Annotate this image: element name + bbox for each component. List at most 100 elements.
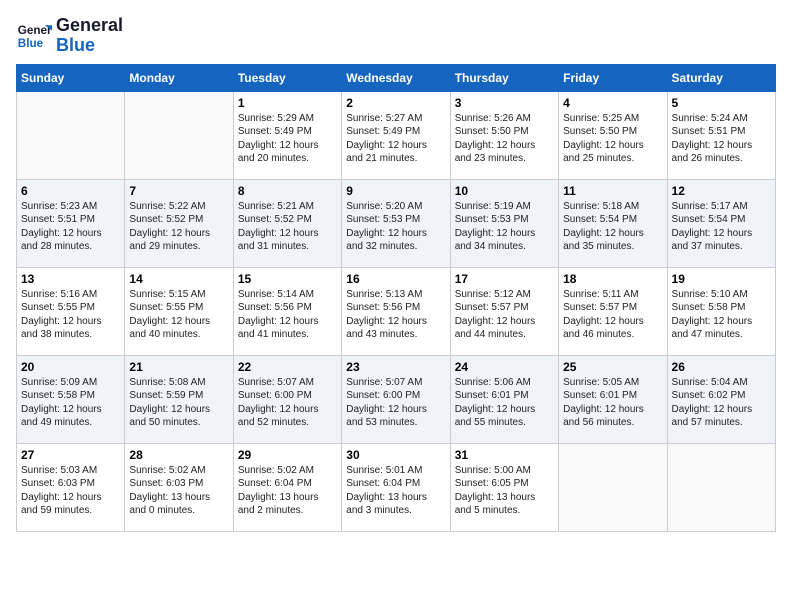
calendar-cell: 7 Sunrise: 5:22 AM Sunset: 5:52 PM Daylig… (125, 179, 233, 267)
day-content: Sunrise: 5:16 AM Sunset: 5:55 PM Dayligh… (21, 288, 120, 342)
day-number: 15 (238, 272, 337, 286)
day-content: Sunrise: 5:00 AM Sunset: 6:05 PM Dayligh… (455, 464, 554, 518)
day-content: Sunrise: 5:15 AM Sunset: 5:55 PM Dayligh… (129, 288, 228, 342)
day-number: 22 (238, 360, 337, 374)
calendar-cell: 11 Sunrise: 5:18 AM Sunset: 5:54 PM Dayli… (559, 179, 667, 267)
day-content: Sunrise: 5:10 AM Sunset: 5:58 PM Dayligh… (672, 288, 771, 342)
header-row: SundayMondayTuesdayWednesdayThursdayFrid… (17, 64, 776, 91)
day-number: 27 (21, 448, 120, 462)
day-content: Sunrise: 5:12 AM Sunset: 5:57 PM Dayligh… (455, 288, 554, 342)
day-number: 8 (238, 184, 337, 198)
day-number: 4 (563, 96, 662, 110)
calendar-cell: 3Sunrise: 5:26 AM Sunset: 5:50 PM Daylig… (450, 91, 558, 179)
calendar-cell: 25Sunrise: 5:05 AM Sunset: 6:01 PM Dayli… (559, 355, 667, 443)
calendar-header: SundayMondayTuesdayWednesdayThursdayFrid… (17, 64, 776, 91)
day-number: 21 (129, 360, 228, 374)
logo: General Blue General Blue (16, 16, 123, 56)
day-content: Sunrise: 5:13 AM Sunset: 5:56 PM Dayligh… (346, 288, 445, 342)
calendar-cell: 22 Sunrise: 5:07 AM Sunset: 6:00 PM Dayli… (233, 355, 341, 443)
calendar-cell: 10Sunrise: 5:19 AM Sunset: 5:53 PM Dayli… (450, 179, 558, 267)
day-content: Sunrise: 5:17 AM Sunset: 5:54 PM Dayligh… (672, 200, 771, 254)
calendar-cell: 31 Sunrise: 5:00 AM Sunset: 6:05 PM Dayli… (450, 443, 558, 531)
calendar-cell: 14 Sunrise: 5:15 AM Sunset: 5:55 PM Dayli… (125, 267, 233, 355)
day-content: Sunrise: 5:27 AM Sunset: 5:49 PM Dayligh… (346, 112, 445, 166)
calendar-cell: 26 Sunrise: 5:04 AM Sunset: 6:02 PM Dayli… (667, 355, 775, 443)
day-number: 20 (21, 360, 120, 374)
day-number: 26 (672, 360, 771, 374)
calendar-cell (17, 91, 125, 179)
page-header: General Blue General Blue (16, 16, 776, 56)
calendar-cell: 15 Sunrise: 5:14 AM Sunset: 5:56 PM Dayli… (233, 267, 341, 355)
calendar-cell: 12Sunrise: 5:17 AM Sunset: 5:54 PM Dayli… (667, 179, 775, 267)
day-content: Sunrise: 5:02 AM Sunset: 6:03 PM Dayligh… (129, 464, 228, 518)
calendar-body: 1 Sunrise: 5:29 AM Sunset: 5:49 PM Daylig… (17, 91, 776, 531)
day-number: 11 (563, 184, 662, 198)
day-content: Sunrise: 5:07 AM Sunset: 6:00 PM Dayligh… (238, 376, 337, 430)
day-content: Sunrise: 5:01 AM Sunset: 6:04 PM Dayligh… (346, 464, 445, 518)
day-content: Sunrise: 5:18 AM Sunset: 5:54 PM Dayligh… (563, 200, 662, 254)
calendar-week-3: 13 Sunrise: 5:16 AM Sunset: 5:55 PM Dayli… (17, 267, 776, 355)
day-content: Sunrise: 5:26 AM Sunset: 5:50 PM Dayligh… (455, 112, 554, 166)
day-content: Sunrise: 5:29 AM Sunset: 5:49 PM Dayligh… (238, 112, 337, 166)
day-content: Sunrise: 5:22 AM Sunset: 5:52 PM Dayligh… (129, 200, 228, 254)
logo-icon: General Blue (16, 18, 52, 54)
header-day-sunday: Sunday (17, 64, 125, 91)
day-content: Sunrise: 5:21 AM Sunset: 5:52 PM Dayligh… (238, 200, 337, 254)
calendar-cell: 17 Sunrise: 5:12 AM Sunset: 5:57 PM Dayli… (450, 267, 558, 355)
header-day-wednesday: Wednesday (342, 64, 450, 91)
day-number: 31 (455, 448, 554, 462)
day-number: 1 (238, 96, 337, 110)
day-number: 9 (346, 184, 445, 198)
header-day-saturday: Saturday (667, 64, 775, 91)
calendar-cell: 4 Sunrise: 5:25 AM Sunset: 5:50 PM Daylig… (559, 91, 667, 179)
calendar-cell: 28 Sunrise: 5:02 AM Sunset: 6:03 PM Dayli… (125, 443, 233, 531)
svg-text:Blue: Blue (18, 37, 44, 50)
calendar-cell: 27 Sunrise: 5:03 AM Sunset: 6:03 PM Dayli… (17, 443, 125, 531)
day-number: 7 (129, 184, 228, 198)
calendar-week-5: 27 Sunrise: 5:03 AM Sunset: 6:03 PM Dayli… (17, 443, 776, 531)
calendar-week-1: 1 Sunrise: 5:29 AM Sunset: 5:49 PM Daylig… (17, 91, 776, 179)
header-day-monday: Monday (125, 64, 233, 91)
calendar-cell: 1 Sunrise: 5:29 AM Sunset: 5:49 PM Daylig… (233, 91, 341, 179)
calendar-table: SundayMondayTuesdayWednesdayThursdayFrid… (16, 64, 776, 532)
day-content: Sunrise: 5:08 AM Sunset: 5:59 PM Dayligh… (129, 376, 228, 430)
day-content: Sunrise: 5:25 AM Sunset: 5:50 PM Dayligh… (563, 112, 662, 166)
calendar-cell: 21 Sunrise: 5:08 AM Sunset: 5:59 PM Dayli… (125, 355, 233, 443)
day-content: Sunrise: 5:14 AM Sunset: 5:56 PM Dayligh… (238, 288, 337, 342)
calendar-cell: 9Sunrise: 5:20 AM Sunset: 5:53 PM Daylig… (342, 179, 450, 267)
calendar-cell: 18Sunrise: 5:11 AM Sunset: 5:57 PM Dayli… (559, 267, 667, 355)
header-day-friday: Friday (559, 64, 667, 91)
day-content: Sunrise: 5:05 AM Sunset: 6:01 PM Dayligh… (563, 376, 662, 430)
calendar-cell: 6Sunrise: 5:23 AM Sunset: 5:51 PM Daylig… (17, 179, 125, 267)
calendar-cell: 30 Sunrise: 5:01 AM Sunset: 6:04 PM Dayli… (342, 443, 450, 531)
day-number: 23 (346, 360, 445, 374)
day-content: Sunrise: 5:06 AM Sunset: 6:01 PM Dayligh… (455, 376, 554, 430)
header-day-tuesday: Tuesday (233, 64, 341, 91)
day-number: 28 (129, 448, 228, 462)
day-content: Sunrise: 5:24 AM Sunset: 5:51 PM Dayligh… (672, 112, 771, 166)
day-number: 10 (455, 184, 554, 198)
calendar-cell (667, 443, 775, 531)
day-content: Sunrise: 5:11 AM Sunset: 5:57 PM Dayligh… (563, 288, 662, 342)
day-content: Sunrise: 5:04 AM Sunset: 6:02 PM Dayligh… (672, 376, 771, 430)
day-number: 5 (672, 96, 771, 110)
day-number: 17 (455, 272, 554, 286)
day-content: Sunrise: 5:09 AM Sunset: 5:58 PM Dayligh… (21, 376, 120, 430)
day-number: 29 (238, 448, 337, 462)
day-number: 13 (21, 272, 120, 286)
day-content: Sunrise: 5:07 AM Sunset: 6:00 PM Dayligh… (346, 376, 445, 430)
calendar-cell: 24 Sunrise: 5:06 AM Sunset: 6:01 PM Dayli… (450, 355, 558, 443)
day-content: Sunrise: 5:03 AM Sunset: 6:03 PM Dayligh… (21, 464, 120, 518)
day-number: 30 (346, 448, 445, 462)
calendar-cell: 2Sunrise: 5:27 AM Sunset: 5:49 PM Daylig… (342, 91, 450, 179)
day-number: 24 (455, 360, 554, 374)
day-number: 14 (129, 272, 228, 286)
day-number: 16 (346, 272, 445, 286)
calendar-cell: 20 Sunrise: 5:09 AM Sunset: 5:58 PM Dayli… (17, 355, 125, 443)
day-content: Sunrise: 5:02 AM Sunset: 6:04 PM Dayligh… (238, 464, 337, 518)
calendar-cell: 13 Sunrise: 5:16 AM Sunset: 5:55 PM Dayli… (17, 267, 125, 355)
calendar-cell: 16 Sunrise: 5:13 AM Sunset: 5:56 PM Dayli… (342, 267, 450, 355)
header-day-thursday: Thursday (450, 64, 558, 91)
day-content: Sunrise: 5:23 AM Sunset: 5:51 PM Dayligh… (21, 200, 120, 254)
calendar-cell: 8 Sunrise: 5:21 AM Sunset: 5:52 PM Daylig… (233, 179, 341, 267)
